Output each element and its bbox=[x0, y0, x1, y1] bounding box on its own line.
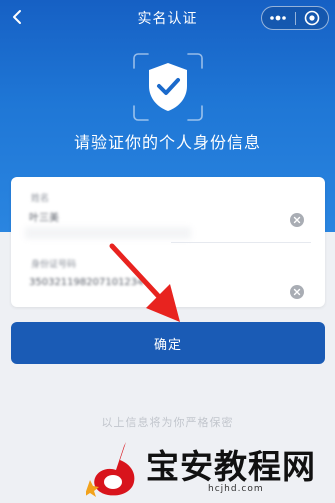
confirm-button[interactable]: 确定 bbox=[11, 322, 325, 364]
verify-heading: 请验证你的个人身份信息 bbox=[73, 133, 261, 152]
watermark: 宝安教程网 hcjhd.com bbox=[86, 436, 330, 502]
clear-id-button[interactable] bbox=[290, 285, 304, 299]
privacy-note: 以上信息将为你严格保密 bbox=[101, 416, 234, 429]
watermark-brand: 宝安教程网 bbox=[146, 447, 316, 486]
more-dots-icon bbox=[270, 15, 287, 21]
name-label: 姓名 bbox=[31, 194, 50, 204]
navigation-bar: 实名认证 bbox=[0, 0, 335, 36]
red-arrow-icon bbox=[109, 243, 180, 322]
target-circle-icon bbox=[304, 10, 320, 26]
more-button[interactable] bbox=[262, 7, 295, 29]
mini-program-capsule bbox=[261, 6, 329, 30]
name-input[interactable] bbox=[29, 205, 269, 227]
shield-check-icon bbox=[133, 53, 203, 121]
clear-icon bbox=[293, 216, 301, 224]
clear-icon bbox=[293, 288, 301, 296]
name-field: 姓名 bbox=[11, 177, 325, 241]
clear-name-button[interactable] bbox=[290, 213, 304, 227]
watermark-url: hcjhd.com bbox=[208, 484, 264, 494]
id-number-label: 身份证号码 bbox=[31, 260, 77, 270]
close-program-button[interactable] bbox=[296, 7, 329, 29]
watermark-logo bbox=[86, 442, 135, 497]
